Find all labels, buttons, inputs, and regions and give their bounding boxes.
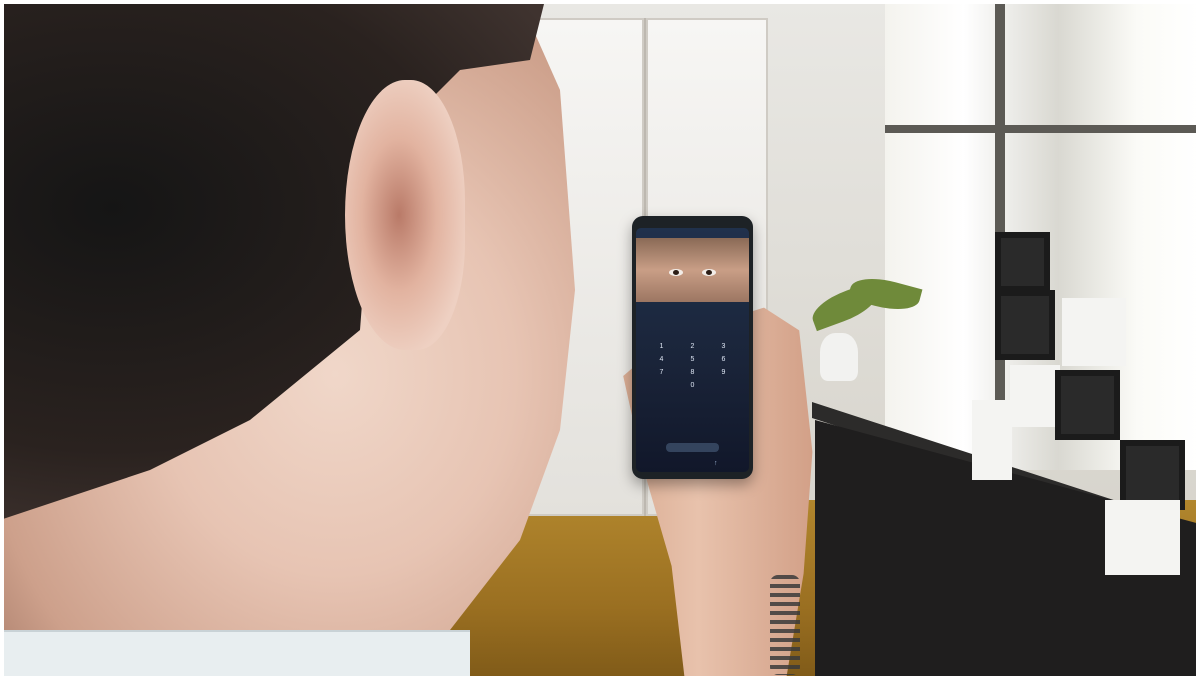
photo-scene: 1 2 3 4 5 6 7 8 9 0 ↑: [0, 0, 1200, 680]
photo-border: [0, 0, 1200, 680]
